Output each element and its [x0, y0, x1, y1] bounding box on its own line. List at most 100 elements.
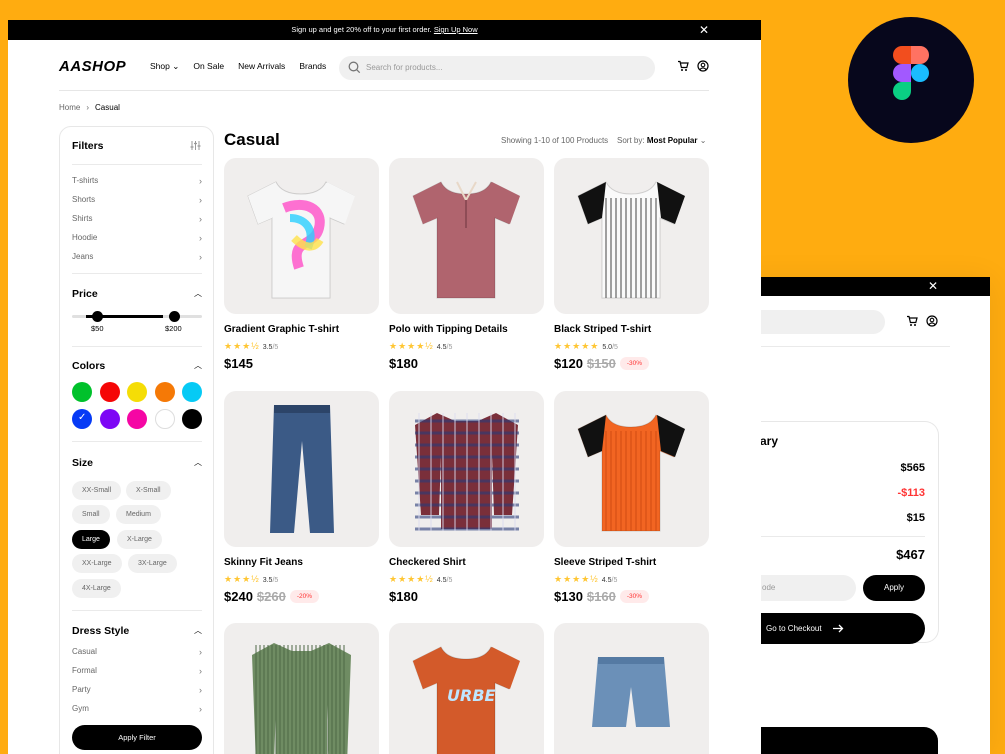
cart-icon[interactable] [906, 315, 918, 327]
nav-shop[interactable]: Shop ⌄ [150, 61, 179, 72]
breadcrumb: Home › Casual [59, 103, 120, 112]
nav-brands[interactable]: Brands [299, 61, 326, 72]
category-item[interactable]: Shorts › [72, 195, 202, 205]
breadcrumb-home[interactable]: Home [59, 103, 80, 112]
checkout-button[interactable]: Go to Checkout [740, 613, 925, 644]
category-item[interactable]: Shirts › [72, 214, 202, 224]
size-chip[interactable]: XX-Small [72, 481, 122, 500]
product-price-row: $180 [389, 356, 418, 371]
search-icon [348, 61, 361, 74]
color-swatch[interactable] [182, 382, 202, 402]
chevron-right-icon: › [199, 214, 202, 224]
product-price: $180 [389, 356, 418, 371]
cart-icon[interactable] [677, 60, 689, 72]
sign-up-link[interactable]: Sign Up Now [434, 25, 478, 34]
size-chip[interactable]: XX-Large [72, 554, 122, 573]
checkout-label: Go to Checkout [766, 624, 822, 633]
product-name[interactable]: Black Striped T-shirt [554, 324, 651, 335]
product-name[interactable]: Checkered Shirt [389, 557, 466, 568]
close-icon[interactable]: ✕ [699, 20, 709, 40]
size-chip[interactable]: X-Large [117, 530, 162, 549]
color-swatch[interactable] [154, 382, 175, 402]
apply-filter-button[interactable]: Apply Filter [72, 725, 202, 750]
chevron-right-icon: › [199, 647, 202, 657]
size-chip[interactable]: X-Small [126, 481, 171, 500]
product-card[interactable] [224, 623, 379, 754]
product-image[interactable] [554, 623, 709, 754]
product-card[interactable]: Gradient Graphic T-shirt ★★★½ 3.5/5 $145 [224, 158, 379, 371]
price-section-header[interactable]: Price ︿ [72, 288, 202, 300]
logo[interactable]: AASHOP [59, 58, 126, 75]
product-card[interactable]: Skinny Fit Jeans ★★★½ 3.5/5 $240 $260 -20… [224, 391, 379, 604]
color-swatch[interactable] [154, 409, 175, 429]
discount-value: -$113 [897, 487, 925, 499]
color-swatch[interactable] [127, 382, 147, 402]
product-name[interactable]: Polo with Tipping Details [389, 324, 508, 335]
cart-search-input[interactable] [740, 310, 885, 334]
product-name[interactable]: Sleeve Striped T-shirt [554, 557, 656, 568]
product-image[interactable] [554, 158, 709, 314]
sort-dropdown[interactable]: Sort by: Most Popular ⌄ [617, 136, 706, 145]
price-slider-min-handle[interactable] [92, 311, 103, 322]
chevron-right-icon: › [199, 666, 202, 676]
original-price: $260 [256, 589, 286, 604]
category-item[interactable]: Hoodie › [72, 233, 202, 243]
product-image[interactable] [389, 158, 544, 314]
order-summary-title: ary [760, 434, 779, 448]
color-swatch[interactable] [99, 409, 120, 429]
product-card[interactable] [554, 623, 709, 754]
product-name[interactable]: Gradient Graphic T-shirt [224, 324, 339, 335]
product-card[interactable]: Black Striped T-shirt ★★★★★ 5.0/5 $120 $1… [554, 158, 709, 371]
sort-value: Most Popular [646, 136, 698, 145]
product-card[interactable]: Sleeve Striped T-shirt ★★★★½ 4.5/5 $130 $… [554, 391, 709, 604]
color-swatch[interactable] [182, 409, 202, 429]
product-card[interactable]: URBE [389, 623, 544, 754]
top-nav: AASHOP Shop ⌄ On Sale New Arrivals Brand… [59, 56, 709, 86]
check-icon: ✓ [78, 412, 87, 423]
close-icon[interactable]: ✕ [928, 279, 938, 293]
product-card[interactable]: Polo with Tipping Details ★★★★½ 4.5/5 $18… [389, 158, 544, 371]
cart-window-footer [740, 727, 938, 754]
category-item[interactable]: T-shirts › [72, 176, 202, 186]
original-price: $150 [586, 356, 616, 371]
account-icon[interactable] [697, 60, 709, 72]
size-chip[interactable]: Medium [116, 505, 161, 524]
product-image[interactable] [389, 391, 544, 547]
price-slider-max-handle[interactable] [169, 311, 180, 322]
colors-section-header[interactable]: Colors ︿ [72, 360, 202, 372]
color-swatch[interactable] [127, 409, 147, 429]
search-input[interactable]: Search for products... [339, 56, 655, 80]
size-chip[interactable]: Small [72, 505, 110, 524]
figma-icon [893, 46, 929, 100]
product-name[interactable]: Skinny Fit Jeans [224, 557, 303, 568]
chevron-right-icon: › [199, 704, 202, 714]
color-swatch[interactable] [72, 382, 92, 402]
chevron-up-icon: ︿ [194, 361, 202, 370]
dress-style-item[interactable]: Gym › [72, 704, 202, 714]
color-swatch[interactable] [99, 382, 120, 402]
size-chip[interactable]: 4X-Large [72, 579, 121, 598]
size-section-header[interactable]: Size ︿ [72, 457, 202, 469]
product-image[interactable] [224, 623, 379, 754]
color-swatch[interactable]: ✓ [72, 409, 92, 429]
chevron-right-icon: › [199, 685, 202, 695]
dress-style-item[interactable]: Casual › [72, 647, 202, 657]
product-image[interactable] [224, 391, 379, 547]
category-item[interactable]: Jeans › [72, 252, 202, 262]
product-image[interactable] [554, 391, 709, 547]
filter-settings-icon[interactable] [190, 140, 201, 151]
dress-style-section-header[interactable]: Dress Style ︿ [72, 625, 202, 637]
size-chip-selected[interactable]: Large [72, 530, 110, 549]
product-card[interactable]: Checkered Shirt ★★★★½ 4.5/5 $180 [389, 391, 544, 604]
nav-on-sale[interactable]: On Sale [193, 61, 224, 72]
size-chip[interactable]: 3X-Large [128, 554, 177, 573]
rating-stars: ★★★★½ 4.5/5 [554, 574, 617, 585]
product-price: $240 [224, 589, 253, 604]
account-icon[interactable] [926, 315, 938, 327]
dress-style-item[interactable]: Formal › [72, 666, 202, 676]
product-image[interactable]: URBE [389, 623, 544, 754]
apply-promo-button[interactable]: Apply [863, 575, 925, 601]
dress-style-item[interactable]: Party › [72, 685, 202, 695]
nav-new-arrivals[interactable]: New Arrivals [238, 61, 285, 72]
product-image[interactable] [224, 158, 379, 314]
